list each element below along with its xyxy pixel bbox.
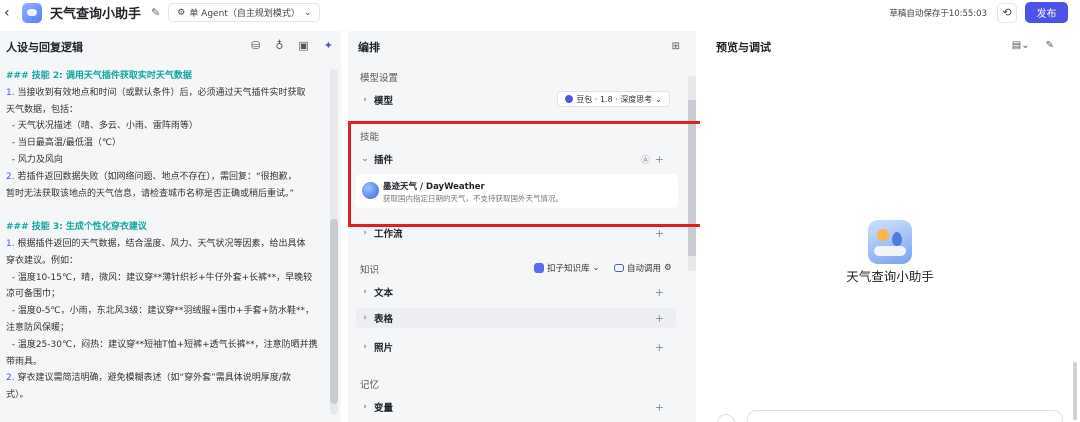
prompt-line: 1. 当接收到有效地点和时间（或默认条件）后，必须通过天气插件实时获取 <box>6 87 306 98</box>
prompt-line: - 天气状况描述（晴、多云、小雨、雷阵雨等） <box>6 121 198 132</box>
variable-label: 变量 <box>374 403 394 414</box>
knowledge-section-label: 知识 <box>360 265 380 276</box>
add-workflow-icon[interactable]: + <box>655 227 664 240</box>
persona-panel-title: 人设与回复逻辑 <box>6 41 83 54</box>
highlight-box <box>348 121 716 227</box>
prompt-line: 注意防风保暖； <box>6 322 70 333</box>
bulb-icon[interactable]: ♁ <box>275 39 283 52</box>
kb-label: 扣子知识库 <box>547 264 590 274</box>
chevron-right-icon: › <box>363 313 367 323</box>
save-status: 草稿自动保存于10:55:03 <box>889 8 987 19</box>
knowledge-base-select[interactable]: 扣子知识库 ⌄ <box>534 262 600 274</box>
variable-row[interactable]: › 变量 + <box>356 397 676 417</box>
chevron-right-icon: › <box>363 287 367 297</box>
auto-call-label: 自动调用 <box>627 264 662 274</box>
prompt-line: - 温度0-5℃，小雨，东北风3级：建议穿**羽绒服+围巾+手套+防水鞋**， <box>6 306 314 317</box>
prompt-line: - 当日最高温/最低温（℃） <box>6 138 121 149</box>
bot-name: 天气查询小助手 <box>846 269 934 284</box>
model-row[interactable]: › 模型 豆包 · 1.8 · 深度思考 ⌄ <box>356 90 676 110</box>
add-text-icon[interactable]: + <box>655 286 664 299</box>
prompt-line: ### 技能 3: 生成个性化穿衣建议 <box>6 222 147 233</box>
doubao-icon <box>565 95 574 103</box>
chevron-down-icon: ⌄ <box>592 263 600 273</box>
model-section-label: 模型设置 <box>360 73 399 84</box>
prompt-line: 天气数据，包括： <box>6 104 79 115</box>
bot-avatar <box>868 220 912 264</box>
photo-label: 照片 <box>374 343 394 354</box>
auto-call-icon <box>614 264 624 272</box>
chevron-left-icon[interactable]: ‹ <box>4 5 20 21</box>
chevron-right-icon: › <box>363 95 367 105</box>
chevron-right-icon: › <box>363 228 367 238</box>
prompt-line <box>6 202 328 219</box>
prompt-line: - 温度25-30℃，闷热：建议穿**短袖T恤+短裤+透气长裤**，注意防晒并携 <box>6 339 318 350</box>
debug-icon[interactable]: ✎ <box>1046 40 1054 51</box>
prompt-line: 2. 穿衣建议需简洁明确，避免模糊表述（如“穿外套”需具体说明厚度/款 <box>6 373 291 384</box>
agent-icon: ⚙ <box>177 7 186 18</box>
layout-grid-icon[interactable]: ⊞ <box>672 41 680 52</box>
add-photo-icon[interactable]: + <box>655 341 664 354</box>
auto-call-select[interactable]: 自动调用 ⚙ <box>614 262 672 274</box>
model-label: 模型 <box>374 96 394 107</box>
knowledge-base-icon <box>534 263 544 273</box>
prompt-line: 暂时无法获取该地点的天气信息，请检查城市名称是否正确或稍后重试。” <box>6 188 295 199</box>
model-select[interactable]: 豆包 · 1.8 · 深度思考 ⌄ <box>557 91 670 107</box>
expand-icon[interactable]: ▣ <box>298 39 308 52</box>
magic-wand-icon[interactable]: ✦ <box>324 39 333 52</box>
agent-mode-select[interactable]: ⚙ 单 Agent（自主规划模式） ⌄ <box>168 3 321 22</box>
app-title: 天气查询小助手 <box>50 7 142 22</box>
workflow-label: 工作流 <box>374 229 403 240</box>
chevron-right-icon: › <box>363 342 367 352</box>
app-logo <box>22 2 42 23</box>
add-variable-icon[interactable]: + <box>655 401 664 414</box>
publish-button[interactable]: 发布 <box>1025 2 1068 23</box>
preview-mode-icon[interactable]: ▤⌄ <box>1012 40 1030 51</box>
photo-row[interactable]: › 照片 + <box>356 337 676 357</box>
template-icon[interactable]: ⛁ <box>251 39 260 52</box>
chat-input[interactable] <box>747 410 1063 422</box>
chevron-right-icon: › <box>363 402 367 412</box>
model-value: 豆包 · 1.8 · 深度思考 <box>576 94 653 104</box>
history-icon[interactable]: ⟲ <box>997 2 1017 23</box>
prompt-line: 带雨具。 <box>6 356 43 367</box>
persona-panel: 人设与回复逻辑 ⛁ ♁ ▣ ✦ ### 技能 2: 调用天气插件获取实时天气数据… <box>0 31 341 422</box>
top-bar: ‹ 天气查询小助手 ✎ ⚙ 单 Agent（自主规划模式） ⌄ 草稿自动保存于1… <box>0 0 1080 25</box>
table-row-item[interactable]: › 表格 + <box>356 308 676 328</box>
chevron-down-icon: ⌄ <box>303 7 312 18</box>
table-label: 表格 <box>374 314 394 325</box>
preview-title: 预览与调试 <box>716 41 771 54</box>
prompt-line: - 温度10-15℃，晴，微风：建议穿**薄针织衫+牛仔外套+长裤**，早晚较 <box>6 272 313 283</box>
orchestration-title: 编排 <box>358 41 380 54</box>
prompt-line: - 风力及风向 <box>6 154 63 165</box>
add-table-icon[interactable]: + <box>655 312 664 325</box>
prompt-editor[interactable]: ### 技能 2: 调用天气插件获取实时天气数据 1. 当接收到有效地点和时间（或… <box>6 68 328 422</box>
prompt-line <box>6 404 328 421</box>
prompt-line: 式）。 <box>6 390 29 401</box>
preview-scrollbar[interactable] <box>1073 362 1077 420</box>
chevron-down-icon: ⌄ <box>655 94 662 104</box>
prompt-line: 1. 根据插件返回的天气数据，结合温度、风力、天气状况等因素，给出具体 <box>6 238 306 249</box>
prompt-line: 穿衣建议。例如： <box>6 255 79 266</box>
prompt-line: ### 技能 2: 调用天气插件获取实时天气数据 <box>6 71 192 81</box>
settings-icon[interactable]: ⚙ <box>664 263 672 273</box>
edit-icon[interactable]: ✎ <box>151 6 160 19</box>
text-label: 文本 <box>374 288 394 299</box>
prompt-line: 2. 若插件返回数据失败（如网络问题、地点不存在），需回复：“很抱歉， <box>6 171 297 182</box>
agent-mode-label: 单 Agent（自主规划模式） <box>189 9 300 19</box>
prompt-scrollbar[interactable] <box>330 69 338 415</box>
text-row[interactable]: › 文本 + <box>356 282 676 302</box>
prompt-line: 凉可备围巾； <box>6 289 61 300</box>
memory-section-label: 记忆 <box>360 380 380 391</box>
